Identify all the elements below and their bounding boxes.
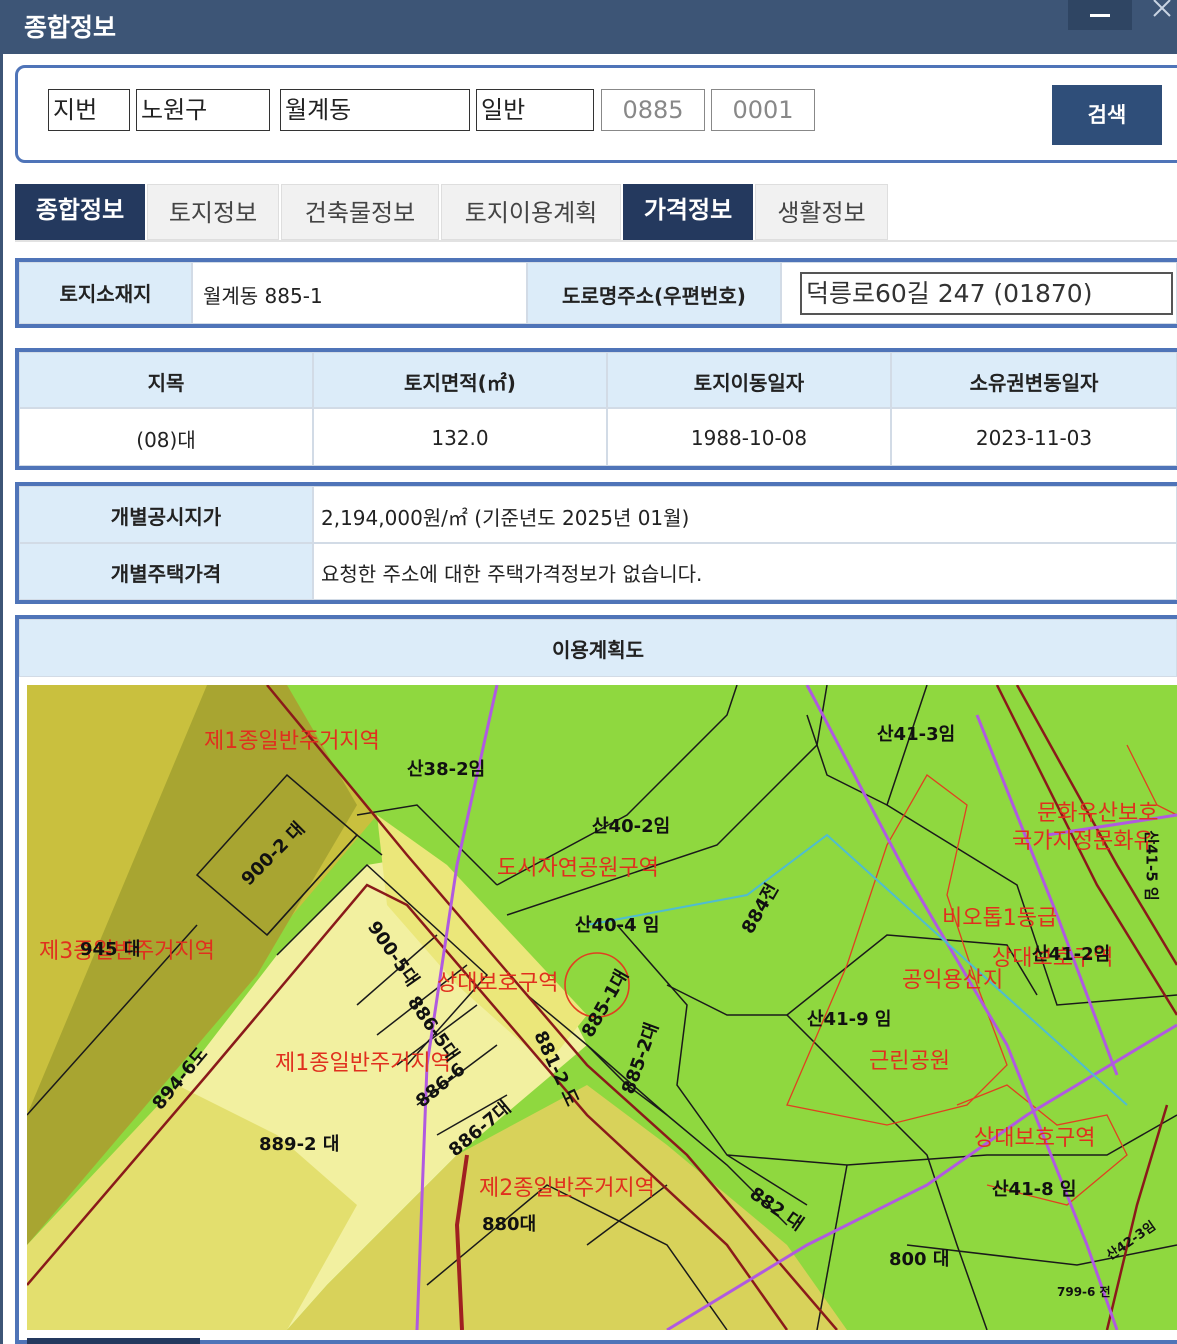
zone-label: 근린공원: [869, 1049, 950, 1074]
official-land-price-label: 개별공시지가: [19, 486, 313, 543]
parcel-label: 산41-8 임: [992, 1179, 1077, 1200]
land-use-plan-title: 이용계획도: [19, 619, 1177, 677]
zone-label: 상대보호구역: [437, 971, 559, 996]
lot-type-select[interactable]: 지번: [48, 89, 130, 131]
land-location-label: 토지소재지: [19, 262, 192, 324]
tab-underline: [15, 240, 1177, 242]
search-button[interactable]: 검색: [1052, 85, 1162, 145]
land-location-value: 월계동 885-1: [192, 262, 527, 324]
sub-lot-number-input[interactable]: 0001: [711, 89, 815, 131]
zone-label: 비오톱1등급: [942, 906, 1058, 931]
parcel-label: 산40-2임: [592, 816, 671, 837]
land-area-header: 토지면적(㎡): [313, 352, 607, 408]
dong-select[interactable]: 월계동: [280, 89, 470, 131]
window-left-edge: [0, 54, 3, 1344]
zone-label: 제1종일반주거지역: [204, 729, 380, 754]
parcel-label: 889-2 대: [259, 1134, 340, 1155]
ownership-change-date-value: 2023-11-03: [891, 408, 1177, 466]
main-lot-number-input[interactable]: 0885: [601, 89, 705, 131]
parcel-label: 산41-5 임: [1142, 830, 1161, 901]
comprehensive-info-window: 종합정보 지번 노원구 월계동 일반 0885 0001 검색 종합정보 토지정…: [0, 0, 1177, 1344]
house-price-value: 요청한 주소에 대한 주택가격정보가 없습니다.: [313, 543, 1177, 600]
window-title: 종합정보: [24, 13, 117, 42]
parcel-label: 800 대: [889, 1249, 950, 1270]
bottom-tab-indicator: [27, 1338, 200, 1344]
parcel-label: 880대: [482, 1214, 537, 1235]
close-button[interactable]: [1136, 0, 1177, 30]
parcel-label: 산41-3임: [877, 724, 956, 745]
official-land-price-value: 2,194,000원/㎡ (기준년도 2025년 01월): [313, 486, 1177, 543]
land-category-header: 지목: [19, 352, 313, 408]
zone-label: 국가지정문화유: [1012, 829, 1154, 854]
minimize-icon: [1090, 14, 1110, 17]
zone-label: 상대보호구역: [974, 1126, 1096, 1151]
parcel-label: 산38-2임: [407, 759, 486, 780]
parcel-label: 산40-4 임: [575, 915, 660, 936]
tab-price-info[interactable]: 가격정보: [623, 184, 753, 240]
parcel-label: 945 대: [80, 939, 141, 960]
zone-label: 도시자연공원구역: [497, 856, 659, 881]
parcel-label: 산41-9 임: [807, 1009, 892, 1030]
land-area-value: 132.0: [313, 408, 607, 466]
close-icon: [1153, 0, 1171, 17]
land-category-value: (08)대: [19, 408, 313, 466]
house-price-label: 개별주택가격: [19, 543, 313, 600]
ownership-change-date-header: 소유권변동일자: [891, 352, 1177, 408]
land-class-select[interactable]: 일반: [476, 89, 594, 131]
tab-building-info[interactable]: 건축물정보: [281, 184, 439, 240]
tab-land-info[interactable]: 토지정보: [147, 184, 279, 240]
land-move-date-header: 토지이동일자: [607, 352, 891, 408]
tab-summary[interactable]: 종합정보: [15, 184, 145, 240]
road-address-label: 도로명주소(우편번호): [527, 262, 781, 324]
road-address-field[interactable]: 덕릉로60길 247 (01870): [800, 272, 1173, 315]
zone-label: 제2종일반주거지역: [479, 1176, 655, 1201]
district-select[interactable]: 노원구: [136, 89, 270, 131]
minimize-button[interactable]: [1068, 0, 1132, 30]
land-use-plan-map[interactable]: 제1종일반주거지역 도시자연공원구역 문화유산보호 국가지정문화유 비오톱1등급…: [27, 685, 1177, 1330]
zone-label: 제1종일반주거지역: [275, 1051, 451, 1076]
parcel-label: 799-6 전: [1057, 1285, 1111, 1299]
parcel-label: 산41-2임: [1032, 944, 1111, 965]
tab-living-info[interactable]: 생활정보: [755, 184, 888, 240]
land-move-date-value: 1988-10-08: [607, 408, 891, 466]
title-bar: 종합정보: [0, 0, 1177, 54]
zone-label: 공익용산지: [902, 968, 1004, 993]
tab-land-use-plan[interactable]: 토지이용계획: [441, 184, 621, 240]
